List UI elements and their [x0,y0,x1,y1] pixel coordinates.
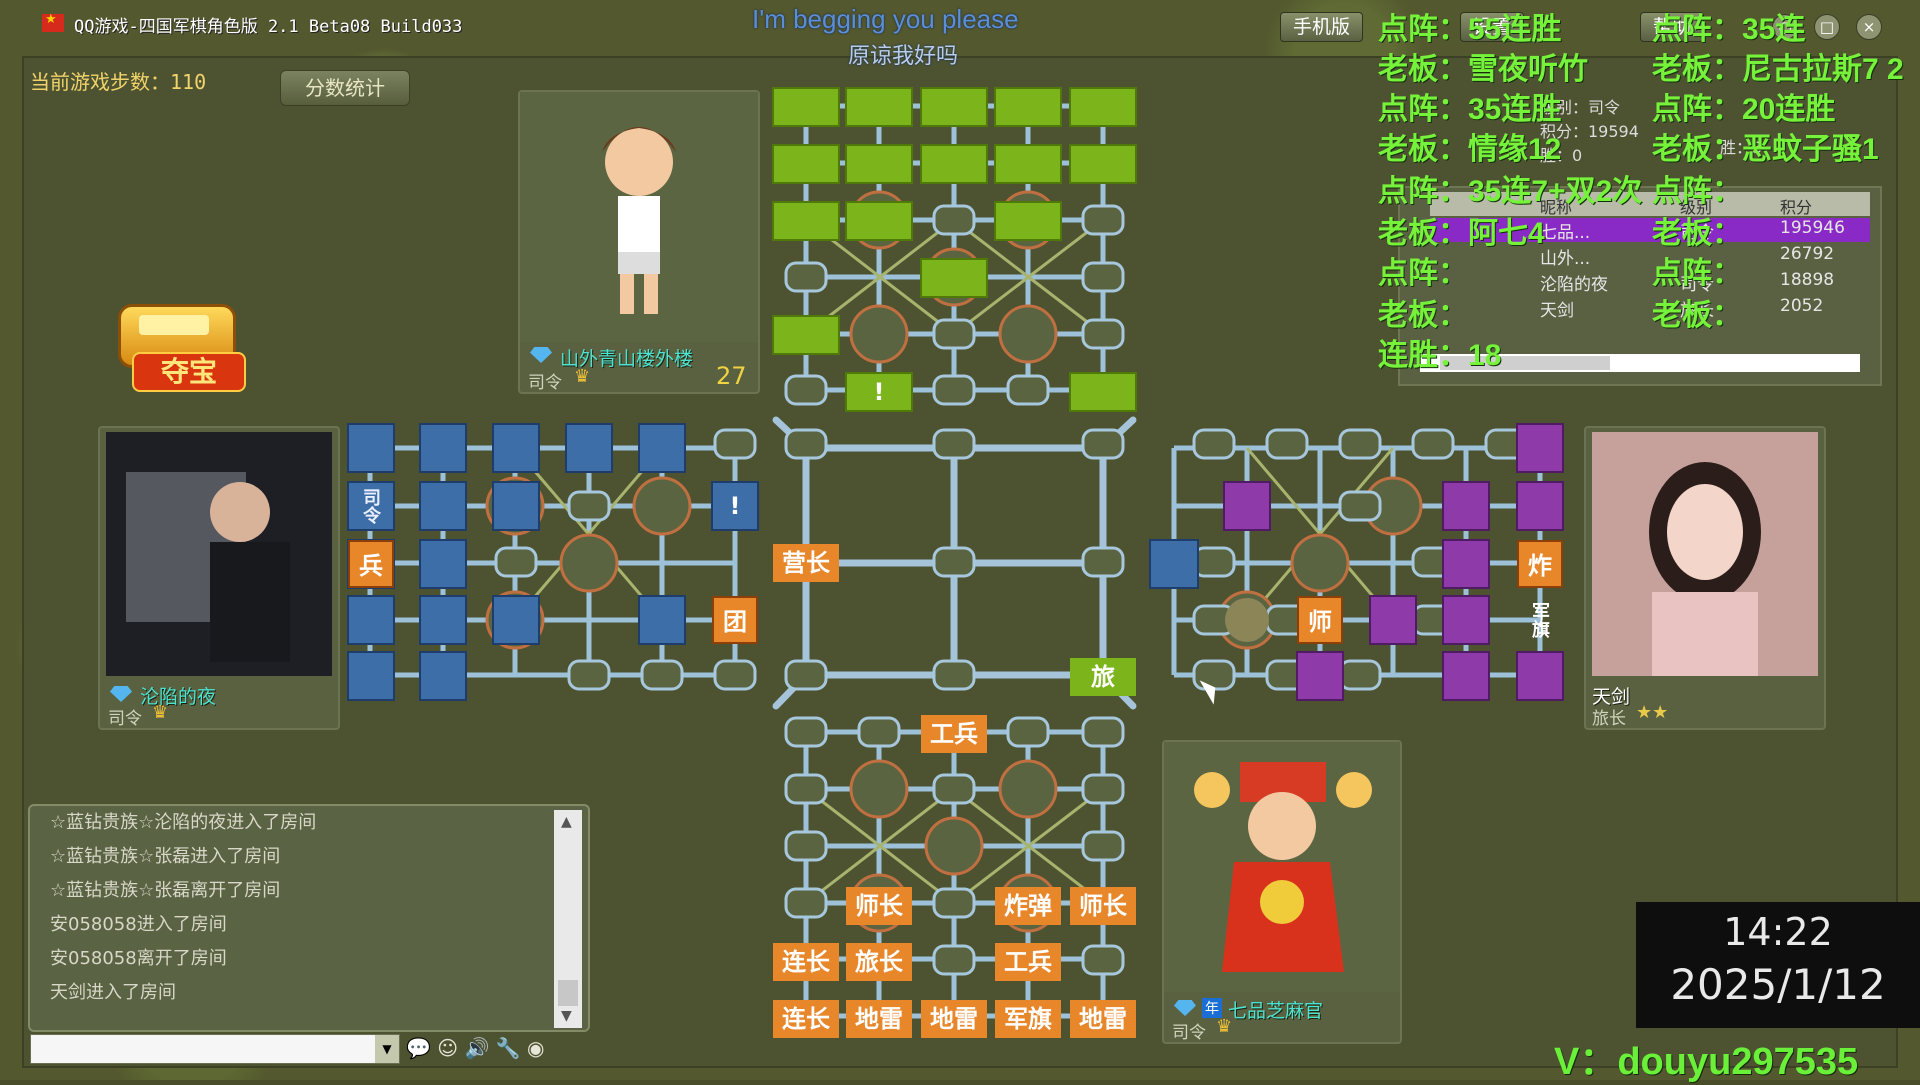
bottom-piece[interactable]: 旅长 [846,943,912,981]
row-name: 沦陷的夜 [1540,275,1608,295]
overlay-text: 老板： [1378,299,1468,332]
overlay-text: 点阵： [1652,257,1742,290]
bottom-piece[interactable]: 炸弹 [995,887,1061,925]
chat-line: ☆蓝钻贵族☆沦陷的夜进入了房间 [50,812,317,833]
camp-marker-icon [1225,598,1269,642]
clock-time: 14:22 [1723,910,1833,954]
overlay-text: 点阵：55连胜 [1378,13,1562,46]
overlay-text: 点阵：35连7+双2次 [1378,175,1643,208]
bottom-piece[interactable]: 连长 [773,1000,839,1038]
row-name: 山外... [1540,249,1591,269]
overlay-text: 老板：阿七4 [1378,217,1545,250]
clock-date: 2025/1/12 [1670,960,1886,1009]
purple-flag-piece[interactable]: 军旗 [1517,596,1563,644]
blue-soldier-piece[interactable]: 兵 [348,540,394,588]
overlay-text: 老板：情缘12 [1378,133,1562,166]
overlay-text: 点阵：35连胜 [1378,93,1562,126]
bottom-piece[interactable]: 师长 [846,887,912,925]
blue-mark-piece[interactable]: ! [712,482,758,530]
blue-commander-piece[interactable]: 司令 [348,482,394,530]
overlay-text: 连胜：18 [1378,339,1502,372]
header-score: 积分 [1780,198,1813,217]
chat-scroll-thumb[interactable] [558,980,578,1006]
center-battalion-piece[interactable]: 营长 [773,544,839,582]
purple-division-piece[interactable]: 师 [1297,596,1343,644]
bottom-piece[interactable]: 工兵 [995,943,1061,981]
blue-regiment-piece[interactable]: 团 [712,596,758,644]
overlay-text: 老板： [1652,217,1742,250]
overlay-text: 点阵：35连 [1652,13,1806,46]
chat-input[interactable]: ▼ [30,1034,400,1064]
overlay-text: 点阵： [1378,257,1468,290]
bottom-piece[interactable]: 工兵 [921,715,987,753]
rank-row[interactable]: 天剑 旅长 2052 [1430,296,1870,321]
chat-toolbar: 💬 ☺ 🔊 🔧 ◉ [406,1036,544,1060]
scroll-up-icon[interactable]: ▲ [561,814,572,830]
chat-line: 安058058离开了房间 [50,948,227,969]
row-score: 18898 [1780,270,1835,290]
center-brigade-piece[interactable]: 旅 [1070,658,1136,696]
purple-bomb-piece[interactable]: 炸 [1517,540,1563,588]
bottom-piece[interactable]: 地雷 [846,1000,912,1038]
overlay-text: 老板：尼古拉斯7 2 [1652,53,1904,86]
bottom-piece[interactable]: 地雷 [1070,1000,1136,1038]
row-name: 七品... [1540,223,1591,243]
row-score: 26792 [1780,244,1835,264]
scroll-down-icon[interactable]: ▼ [561,1008,572,1024]
chat-line: ☆蓝钻贵族☆张磊进入了房间 [50,846,281,867]
chat-panel: ☆蓝钻贵族☆沦陷的夜进入了房间 ☆蓝钻贵族☆张磊进入了房间 ☆蓝钻贵族☆张磊离开… [28,804,590,1032]
chat-line: ☆蓝钻贵族☆张磊离开了房间 [50,880,281,901]
rank-row[interactable]: 沦陷的夜 司令 18898 [1430,270,1870,295]
bottom-piece[interactable]: 师长 [1070,887,1136,925]
emoji-icon[interactable]: ☺ [437,1036,458,1060]
overlay-text: 点阵： [1652,175,1742,208]
volume-icon[interactable]: 🔊 [464,1036,489,1060]
chat-scrollbar[interactable]: ▲ ▼ [554,810,582,1028]
message-icon[interactable]: 💬 [406,1036,431,1060]
tool-icon[interactable]: 🔧 [496,1036,521,1060]
row-score: 2052 [1780,296,1824,316]
chat-line: 安058058进入了房间 [50,914,227,935]
overlay-text: 老板：恶蚊子骚1 [1652,133,1879,166]
globe-icon[interactable]: ◉ [527,1036,544,1060]
bottom-piece[interactable]: 连长 [773,943,839,981]
clock-panel: 14:22 2025/1/12 [1636,902,1920,1028]
dropdown-icon[interactable]: ▼ [375,1035,399,1063]
watermark-text: V：douyu297535 [1554,1041,1859,1083]
bottom-piece[interactable]: 军旗 [995,1000,1061,1038]
chat-line: 天剑进入了房间 [50,982,176,1003]
green-mark-piece[interactable]: ! [846,373,912,411]
overlay-text: 老板：雪夜听竹 [1378,53,1588,86]
overlay-text: 老板： [1652,299,1742,332]
row-name: 天剑 [1540,301,1574,321]
overlay-text: 点阵：20连胜 [1652,93,1836,126]
row-score: 195946 [1780,218,1845,238]
bottom-piece[interactable]: 地雷 [921,1000,987,1038]
